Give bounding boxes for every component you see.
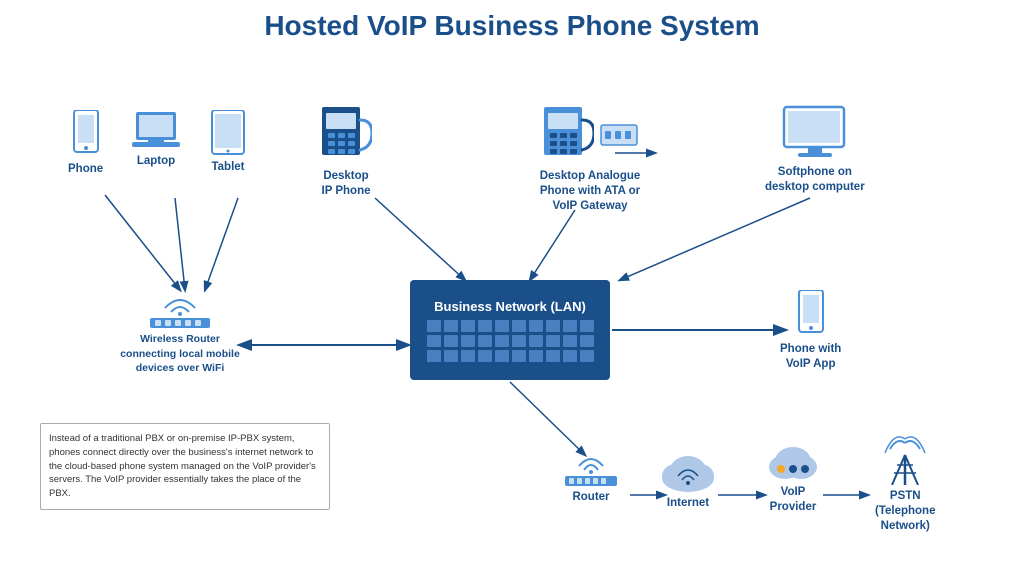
tablet-icon: [210, 110, 246, 156]
router-icon: [563, 450, 619, 486]
softphone-icon: [780, 105, 850, 161]
node-laptop: Laptop: [132, 110, 180, 169]
node-softphone: Softphone ondesktop computer: [765, 105, 865, 195]
node-phone: Phone: [68, 110, 103, 177]
laptop-icon: [132, 110, 180, 150]
diagram: Phone Laptop Ta: [20, 50, 1004, 540]
phone-voip-icon: [796, 290, 826, 338]
desktop-ip-phone-icon: [320, 105, 372, 165]
cloud-icon: [658, 450, 718, 492]
node-router-bottom: Router: [563, 450, 619, 505]
voip-provider-icon: [765, 445, 821, 481]
pstn-tower-icon: [882, 435, 928, 485]
node-phone-voip: Phone withVoIP App: [780, 290, 841, 372]
desktop-analogue-icon: [542, 105, 638, 165]
node-voip-provider: VoIPProvider: [765, 445, 821, 515]
node-tablet: Tablet: [210, 110, 246, 175]
node-wireless-router: Wireless Routerconnecting local mobilede…: [110, 290, 250, 376]
node-desktop-analogue: Desktop AnaloguePhone with ATA orVoIP Ga…: [510, 105, 670, 214]
wireless-router-icon: [145, 290, 215, 328]
page-title: Hosted VoIP Business Phone System: [20, 10, 1004, 42]
page: Hosted VoIP Business Phone System: [0, 0, 1024, 576]
node-desktop-ip-phone: DesktopIP Phone: [320, 105, 372, 199]
phone-icon: [71, 110, 101, 158]
node-pstn: PSTN(TelephoneNetwork): [875, 435, 935, 534]
note-box: Instead of a traditional PBX or on-premi…: [40, 423, 330, 510]
business-network: Business Network (LAN): [410, 280, 610, 380]
node-internet: Internet: [658, 450, 718, 511]
